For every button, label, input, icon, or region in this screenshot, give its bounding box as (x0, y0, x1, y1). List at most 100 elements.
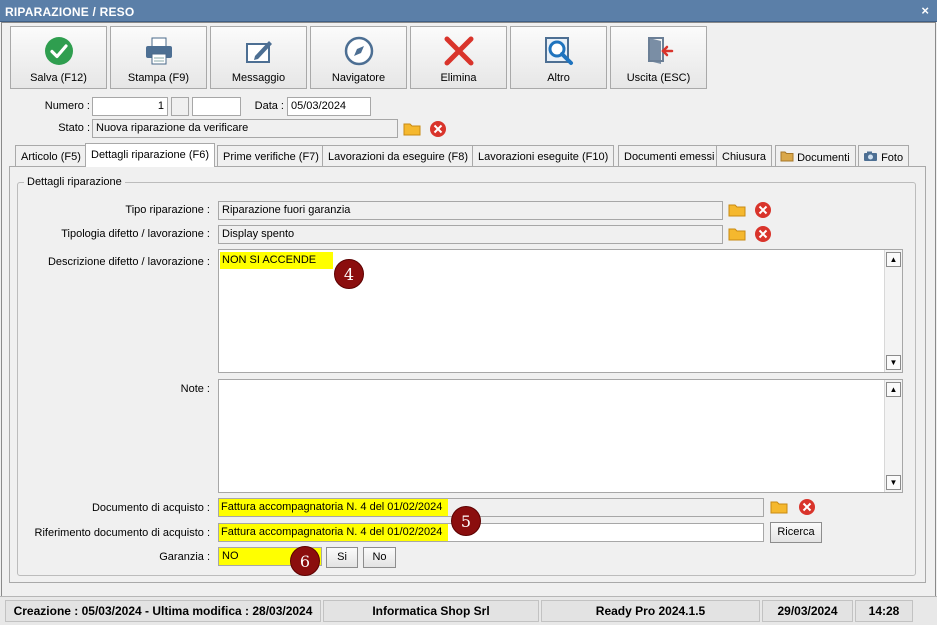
descrizione-scrollbar[interactable]: ▲ ▼ (884, 250, 902, 372)
documento-clear-button[interactable] (797, 497, 817, 517)
clear-icon (755, 202, 771, 218)
status-time: 14:28 (855, 600, 913, 622)
save-label: Salva (F12) (30, 72, 87, 84)
folder-icon (780, 151, 794, 162)
garanzia-no-button[interactable]: No (363, 547, 396, 568)
tab-label: Documenti emessi (624, 151, 715, 163)
tab-label: Foto (881, 152, 904, 164)
riferimento-label: Riferimento documento di acquisto : (34, 527, 210, 539)
close-window-button[interactable]: × (921, 3, 929, 18)
navigator-label: Navigatore (331, 72, 386, 84)
numero-suffix-field[interactable] (192, 97, 241, 116)
exit-label: Uscita (ESC) (626, 72, 691, 84)
note-scrollbar[interactable]: ▲ ▼ (884, 380, 902, 492)
descrizione-textarea[interactable]: NON SI ACCENDE ▲ ▼ (218, 249, 903, 373)
group-title: Dettagli riparazione (24, 176, 125, 188)
callout-badge: 6 (290, 546, 320, 576)
more-label: Altro (547, 72, 570, 84)
status-date: 29/03/2024 (762, 600, 853, 622)
delete-label: Elimina (440, 72, 477, 84)
tab-label: Prime verifiche (F7) (223, 151, 319, 163)
stato-label: Stato : (58, 122, 90, 134)
callout-badge: 4 (334, 259, 364, 289)
message-label: Messaggio (231, 72, 286, 84)
print-button[interactable]: Stampa (F9) (110, 26, 207, 89)
folder-icon (728, 204, 746, 217)
numero-separator (171, 97, 189, 116)
title-bar: RIPARAZIONE / RESO × (0, 0, 937, 22)
riferimento-field[interactable]: Fattura accompagnatoria N. 4 del 01/02/2… (218, 523, 764, 542)
camera-icon (864, 151, 877, 161)
printer-icon (111, 35, 206, 67)
documento-label: Documento di acquisto : (91, 502, 210, 514)
tab-label: Lavorazioni da eseguire (F8) (328, 151, 469, 163)
tab-prime-verifiche[interactable]: Prime verifiche (F7) (217, 145, 325, 167)
tab-label: Documenti (797, 152, 850, 164)
ricerca-button[interactable]: Ricerca (770, 522, 822, 543)
scroll-down-icon[interactable]: ▼ (886, 355, 901, 370)
folder-icon (728, 228, 746, 241)
garanzia-si-button[interactable]: Si (326, 547, 358, 568)
tipologia-label: Tipologia difetto / lavorazione : (61, 228, 210, 240)
tab-chiusura[interactable]: Chiusura (716, 145, 773, 167)
folder-icon (770, 501, 788, 514)
message-icon (211, 35, 306, 67)
message-button[interactable]: Messaggio (210, 26, 307, 89)
tab-documenti[interactable]: Documenti (775, 145, 856, 167)
note-textarea[interactable]: ▲ ▼ (218, 379, 903, 493)
garanzia-label: Garanzia : (159, 551, 210, 563)
documento-field[interactable]: Fattura accompagnatoria N. 4 del 01/02/2… (218, 498, 764, 517)
tipologia-field[interactable]: Display spento (218, 225, 723, 244)
documento-browse-button[interactable] (769, 497, 789, 517)
callout-badge: 5 (451, 506, 481, 536)
tipo-clear-button[interactable] (753, 200, 773, 220)
more-button[interactable]: Altro (510, 26, 607, 89)
tipologia-browse-button[interactable] (727, 224, 747, 244)
tipologia-clear-button[interactable] (753, 224, 773, 244)
stato-clear-button[interactable] (428, 119, 448, 139)
folder-icon (403, 123, 421, 136)
descrizione-label: Descrizione difetto / lavorazione : (47, 256, 210, 268)
tab-lavorazioni-da-eseguire[interactable]: Lavorazioni da eseguire (F8) (322, 145, 475, 167)
clear-icon (430, 121, 446, 137)
status-dates: Creazione : 05/03/2024 - Ultima modifica… (5, 600, 321, 622)
exit-door-icon (611, 35, 706, 67)
stato-browse-button[interactable] (402, 119, 422, 139)
stato-field[interactable]: Nuova riparazione da verificare (92, 119, 398, 138)
status-product: Ready Pro 2024.1.5 (541, 600, 760, 622)
tab-label: Dettagli riparazione (F6) (91, 149, 209, 161)
status-bar: Creazione : 05/03/2024 - Ultima modifica… (0, 596, 937, 625)
data-label: Data : (254, 100, 284, 112)
tab-label: Lavorazioni eseguite (F10) (478, 151, 609, 163)
clear-icon (755, 226, 771, 242)
status-company: Informatica Shop Srl (323, 600, 539, 622)
numero-field[interactable]: 1 (92, 97, 168, 116)
search-doc-icon (511, 35, 606, 67)
scroll-up-icon[interactable]: ▲ (886, 252, 901, 267)
numero-label: Numero : (44, 100, 90, 112)
print-label: Stampa (F9) (127, 72, 190, 84)
tab-foto[interactable]: Foto (858, 145, 910, 167)
scroll-down-icon[interactable]: ▼ (886, 475, 901, 490)
tipo-riparazione-label: Tipo riparazione : (125, 204, 210, 216)
window-title: RIPARAZIONE / RESO (5, 5, 135, 19)
delete-button[interactable]: Elimina (410, 26, 507, 89)
riferimento-text: Fattura accompagnatoria N. 4 del 01/02/2… (219, 524, 448, 541)
tab-label: Articolo (F5) (21, 151, 81, 163)
tab-dettagli-riparazione[interactable]: Dettagli riparazione (F6) (85, 143, 215, 167)
tab-articolo[interactable]: Articolo (F5) (15, 145, 87, 167)
scroll-up-icon[interactable]: ▲ (886, 382, 901, 397)
tab-label: Chiusura (722, 151, 767, 163)
tipo-browse-button[interactable] (727, 200, 747, 220)
navigator-button[interactable]: Navigatore (310, 26, 407, 89)
clear-icon (799, 499, 815, 515)
note-label: Note : (180, 383, 210, 395)
tipo-riparazione-field[interactable]: Riparazione fuori garanzia (218, 201, 723, 220)
data-field[interactable]: 05/03/2024 (287, 97, 371, 116)
tab-lavorazioni-eseguite[interactable]: Lavorazioni eseguite (F10) (472, 145, 615, 167)
tab-documenti-emessi[interactable]: Documenti emessi (618, 145, 721, 167)
documento-text: Fattura accompagnatoria N. 4 del 01/02/2… (219, 499, 448, 516)
descrizione-text: NON SI ACCENDE (220, 252, 333, 269)
save-button[interactable]: Salva (F12) (10, 26, 107, 89)
exit-button[interactable]: Uscita (ESC) (610, 26, 707, 89)
